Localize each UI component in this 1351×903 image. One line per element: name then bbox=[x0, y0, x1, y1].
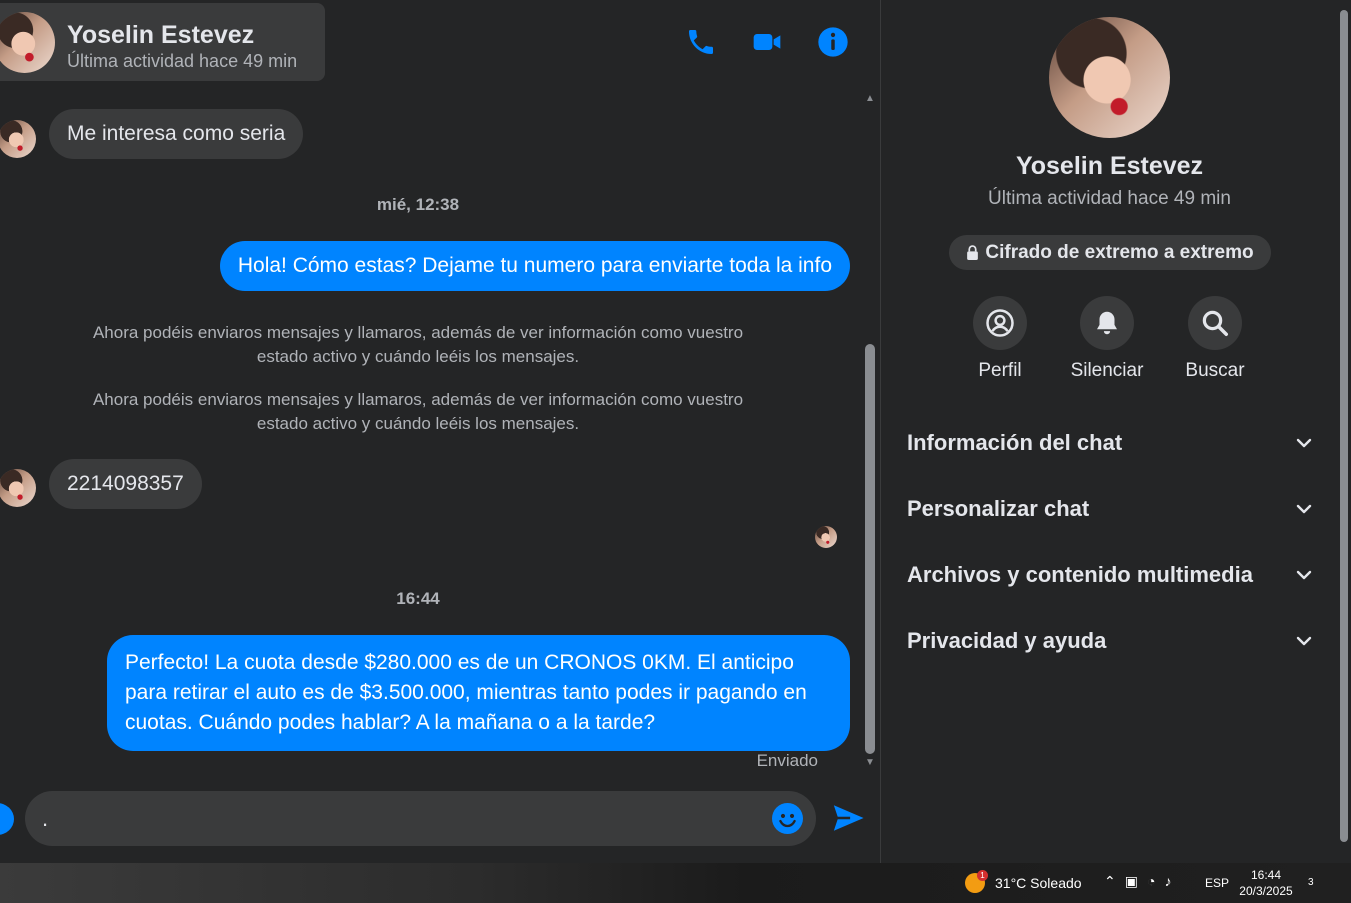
weather-badge: 1 bbox=[977, 870, 988, 881]
message-timestamp: 16:44 bbox=[396, 589, 440, 608]
wifi-icon[interactable]: ◔ bbox=[1147, 873, 1155, 890]
message-incoming[interactable]: 2214098357 bbox=[49, 459, 202, 509]
section-label: Personalizar chat bbox=[907, 496, 1090, 521]
message-scrollbar[interactable]: ▲ ▼ bbox=[862, 92, 878, 772]
system-notice: Ahora podéis enviaros mensajes y llamaro… bbox=[92, 323, 744, 366]
section-media-files[interactable]: Archivos y contenido multimedia bbox=[907, 553, 1314, 597]
section-label: Privacidad y ayuda bbox=[907, 628, 1107, 653]
scroll-down-arrow-icon[interactable]: ▼ bbox=[865, 758, 875, 768]
tray-expand-icon[interactable]: ⌃ bbox=[1104, 873, 1116, 890]
window-scroll-thumb[interactable] bbox=[1340, 10, 1348, 842]
composer-more-button[interactable] bbox=[0, 803, 14, 835]
mute-button[interactable]: Silenciar bbox=[1057, 296, 1157, 382]
chevron-down-icon bbox=[1296, 504, 1312, 514]
weather-widget[interactable]: 31°C Soleado bbox=[995, 875, 1082, 891]
language-indicator[interactable]: ESP bbox=[1205, 876, 1229, 890]
contact-avatar-small bbox=[0, 469, 36, 507]
contact-avatar[interactable] bbox=[0, 12, 55, 73]
clock-time: 16:44 bbox=[1250, 868, 1282, 882]
info-icon[interactable] bbox=[817, 26, 849, 58]
window-scrollbar[interactable] bbox=[1337, 0, 1351, 863]
message-list[interactable]: Me interesa como seria mié, 12:38 Hola! … bbox=[0, 92, 862, 772]
section-customize-chat[interactable]: Personalizar chat bbox=[907, 487, 1314, 531]
encryption-label: Cifrado de extremo a extremo bbox=[985, 241, 1254, 263]
profile-status: Última actividad hace 49 min bbox=[988, 188, 1231, 209]
search-icon bbox=[1202, 310, 1228, 336]
conversation-info-panel: Yoselin Estevez Última actividad hace 49… bbox=[880, 0, 1337, 863]
chevron-down-icon bbox=[1296, 570, 1312, 580]
sent-status: Enviado bbox=[756, 751, 818, 770]
message-input[interactable] bbox=[42, 804, 742, 834]
contact-name[interactable]: Yoselin Estevez bbox=[67, 21, 254, 50]
contact-avatar-small bbox=[0, 120, 36, 158]
send-icon[interactable] bbox=[831, 801, 865, 835]
bell-icon bbox=[1097, 311, 1117, 335]
notification-count: 3 bbox=[1308, 877, 1314, 888]
action-label: Silenciar bbox=[1070, 360, 1144, 381]
section-label: Información del chat bbox=[907, 430, 1123, 455]
video-call-icon[interactable] bbox=[751, 26, 783, 58]
message-composer[interactable] bbox=[25, 791, 816, 846]
notification-center-icon[interactable]: 3 bbox=[1308, 872, 1330, 894]
system-tray: ⌃ ▣ ◔ ♪ bbox=[1104, 873, 1171, 890]
message-incoming[interactable]: Me interesa como seria bbox=[49, 109, 304, 159]
phone-call-icon[interactable] bbox=[685, 26, 717, 58]
section-chat-info[interactable]: Información del chat bbox=[907, 421, 1314, 465]
message-timestamp: mié, 12:38 bbox=[376, 195, 460, 214]
encryption-badge[interactable]: Cifrado de extremo a extremo bbox=[949, 235, 1271, 270]
contact-status: Última actividad hace 49 min bbox=[67, 51, 298, 71]
system-notice: Ahora podéis enviaros mensajes y llamaro… bbox=[92, 390, 744, 433]
section-label: Archivos y contenido multimedia bbox=[907, 562, 1253, 587]
profile-name: Yoselin Estevez bbox=[1015, 152, 1204, 180]
conversation-header[interactable]: Yoselin Estevez Última actividad hace 49… bbox=[0, 3, 325, 81]
profile-button[interactable]: Perfil bbox=[950, 296, 1050, 382]
read-receipt-avatar bbox=[815, 526, 837, 548]
message-outgoing[interactable]: Hola! Cómo estas? Dejame tu numero para … bbox=[219, 241, 850, 291]
windows-taskbar: 1 31°C Soleado ⌃ ▣ ◔ ♪ ESP 16:44 20/3/20… bbox=[0, 863, 1351, 903]
chevron-down-icon bbox=[1296, 438, 1312, 448]
chevron-down-icon bbox=[1296, 636, 1312, 646]
scroll-up-arrow-icon[interactable]: ▲ bbox=[865, 94, 875, 104]
section-privacy-support[interactable]: Privacidad y ayuda bbox=[907, 619, 1314, 663]
profile-icon bbox=[986, 309, 1014, 337]
profile-avatar[interactable] bbox=[1049, 17, 1170, 138]
message-outgoing[interactable]: Perfecto! La cuota desde $280.000 es de … bbox=[107, 635, 850, 751]
chat-panel: Yoselin Estevez Última actividad hace 49… bbox=[0, 0, 880, 863]
clock[interactable]: 16:44 20/3/2025 bbox=[1236, 867, 1296, 899]
search-button[interactable]: Buscar bbox=[1165, 296, 1265, 382]
meet-icon[interactable]: ▣ bbox=[1125, 873, 1138, 890]
volume-icon[interactable]: ♪ bbox=[1164, 873, 1171, 890]
action-label: Perfil bbox=[978, 360, 1022, 381]
lock-icon bbox=[967, 245, 979, 260]
emoji-icon[interactable] bbox=[772, 803, 803, 834]
clock-date: 20/3/2025 bbox=[1239, 884, 1293, 898]
action-label: Buscar bbox=[1185, 360, 1245, 381]
scroll-thumb[interactable] bbox=[865, 344, 875, 754]
